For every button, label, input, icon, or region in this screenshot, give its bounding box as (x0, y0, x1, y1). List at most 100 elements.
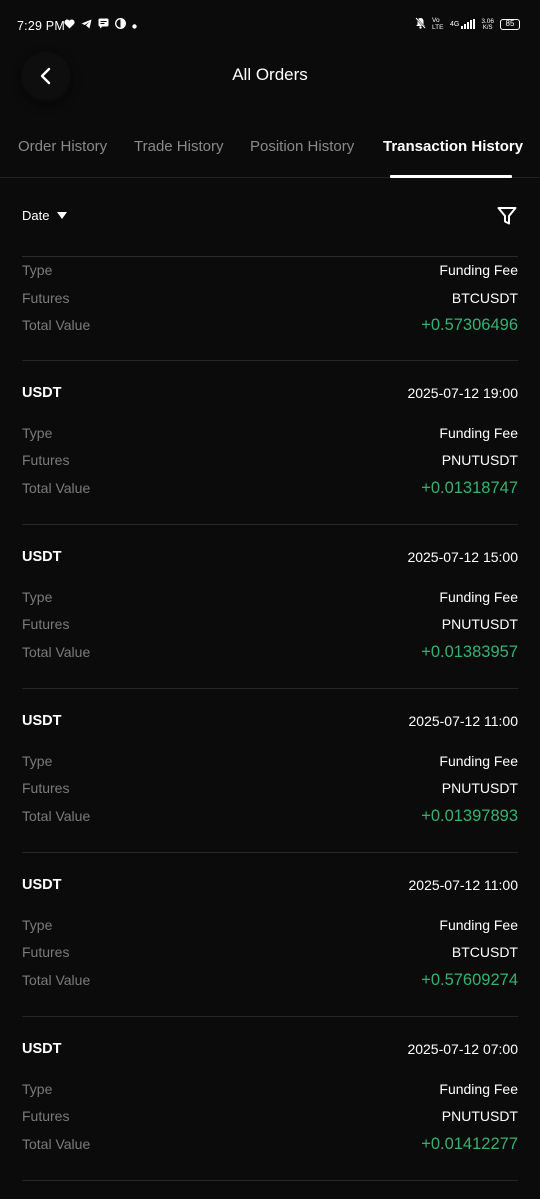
status-bar: 7:29 PM Vo LTE 4G 3.06 K/S 85 (0, 0, 540, 52)
battery-icon: 85 (500, 18, 520, 30)
tab-bar: Order History Trade History Position His… (0, 130, 540, 178)
futures-value: BTCUSDT (451, 944, 518, 960)
futures-value: PNUTUSDT (441, 1108, 518, 1124)
heart-icon (64, 18, 75, 33)
list-item[interactable]: USDT 2025-07-12 19:00 Type Funding Fee F… (22, 361, 518, 525)
status-right-icons: Vo LTE 4G 3.06 K/S 85 (415, 17, 520, 31)
futures-row: Futures PNUTUSDT (22, 452, 518, 474)
futures-row: Futures PNUTUSDT (22, 616, 518, 638)
speed-unit: K/S (482, 24, 493, 31)
futures-label: Futures (22, 616, 70, 632)
type-value: Funding Fee (439, 753, 518, 769)
total-value-amount: +0.01383957 (421, 643, 518, 661)
record-header: USDT 2025-07-12 19:00 (22, 385, 518, 405)
type-label: Type (22, 425, 53, 441)
notification-icons (64, 18, 137, 33)
futures-value: PNUTUSDT (441, 616, 518, 632)
type-label: Type (22, 753, 53, 769)
total-value-label: Total Value (22, 480, 91, 496)
total-value-label: Total Value (22, 972, 91, 988)
futures-label: Futures (22, 780, 70, 796)
tab-position-history[interactable]: Position History (250, 138, 354, 155)
record-header: USDT 2025-07-12 11:00 (22, 713, 518, 733)
futures-label: Futures (22, 290, 70, 306)
header: All Orders (0, 52, 540, 100)
app-icon (115, 18, 126, 33)
type-row: Type Funding Fee (22, 262, 518, 284)
record-header: USDT 2025-07-12 15:00 (22, 549, 518, 569)
tab-order-history[interactable]: Order History (18, 138, 107, 155)
type-value: Funding Fee (439, 917, 518, 933)
total-value-label: Total Value (22, 317, 91, 333)
filter-row: Date (0, 198, 540, 238)
coin-label: USDT (22, 1041, 62, 1057)
total-value-row: Total Value +0.01397893 (22, 807, 518, 830)
filter-funnel-icon[interactable] (496, 205, 518, 227)
total-value-row: Total Value +0.01412277 (22, 1135, 518, 1158)
network-speed: 3.06 K/S (481, 18, 494, 31)
network-type-label: 4G (450, 21, 460, 28)
coin-label: USDT (22, 549, 62, 565)
date-filter-label: Date (22, 208, 50, 223)
total-value-row: Total Value +0.01383957 (22, 643, 518, 666)
list-item[interactable]: Type Funding Fee Futures BTCUSDT Total V… (22, 256, 518, 361)
speed-value: 3.06 (481, 17, 494, 25)
record-header: USDT 2025-07-12 07:00 (22, 1041, 518, 1061)
futures-label: Futures (22, 1108, 70, 1124)
status-time: 7:29 PM (17, 19, 65, 33)
caret-down-icon (57, 212, 68, 219)
futures-value: PNUTUSDT (441, 780, 518, 796)
record-time: 2025-07-12 19:00 (407, 385, 518, 401)
record-time: 2025-07-12 11:00 (408, 877, 519, 893)
mute-icon (415, 17, 426, 31)
list-item[interactable]: USDT 2025-07-12 07:00 Type Funding Fee F… (22, 1017, 518, 1181)
type-label: Type (22, 262, 53, 278)
4g-signal-icon: 4G (450, 19, 476, 29)
coin-label: USDT (22, 385, 62, 401)
total-value-row: Total Value +0.57306496 (22, 316, 518, 339)
record-time: 2025-07-12 15:00 (407, 549, 518, 565)
record-time: 2025-07-12 11:00 (408, 713, 519, 729)
type-row: Type Funding Fee (22, 753, 518, 775)
page-title: All Orders (232, 65, 308, 84)
type-value: Funding Fee (439, 262, 518, 278)
total-value-label: Total Value (22, 644, 91, 660)
list-item[interactable]: USDT 2025-07-12 15:00 Type Funding Fee F… (22, 525, 518, 689)
futures-value: PNUTUSDT (441, 452, 518, 468)
total-value-amount: +0.01412277 (421, 1135, 518, 1153)
futures-value: BTCUSDT (451, 290, 518, 306)
type-label: Type (22, 589, 53, 605)
futures-row: Futures PNUTUSDT (22, 1108, 518, 1130)
date-filter-dropdown[interactable]: Date (22, 208, 68, 223)
list-item[interactable]: USDT 2025-07-12 11:00 Type Funding Fee F… (22, 689, 518, 853)
record-time: 2025-07-12 07:00 (407, 1041, 518, 1057)
futures-label: Futures (22, 452, 70, 468)
list-item[interactable]: USDT 2025-07-12 11:00 Type Funding Fee F… (22, 853, 518, 1017)
total-value-label: Total Value (22, 1136, 91, 1152)
message-icon (98, 18, 109, 33)
total-value-amount: +0.57306496 (421, 316, 518, 334)
type-row: Type Funding Fee (22, 917, 518, 939)
type-value: Funding Fee (439, 1081, 518, 1097)
total-value-amount: +0.01318747 (421, 479, 518, 497)
telegram-icon (81, 19, 92, 33)
type-value: Funding Fee (439, 425, 518, 441)
volte-icon: Vo LTE (432, 17, 444, 31)
total-value-amount: +0.01397893 (421, 807, 518, 825)
type-row: Type Funding Fee (22, 589, 518, 611)
coin-label: USDT (22, 713, 62, 729)
total-value-row: Total Value +0.01318747 (22, 479, 518, 502)
futures-row: Futures PNUTUSDT (22, 780, 518, 802)
type-value: Funding Fee (439, 589, 518, 605)
total-value-label: Total Value (22, 808, 91, 824)
total-value-row: Total Value +0.57609274 (22, 971, 518, 994)
futures-label: Futures (22, 944, 70, 960)
type-row: Type Funding Fee (22, 425, 518, 447)
tab-trade-history[interactable]: Trade History (134, 138, 223, 155)
type-label: Type (22, 917, 53, 933)
type-label: Type (22, 1081, 53, 1097)
record-header: USDT 2025-07-12 11:00 (22, 877, 518, 897)
futures-row: Futures BTCUSDT (22, 290, 518, 312)
coin-label: USDT (22, 877, 62, 893)
tab-transaction-history[interactable]: Transaction History (383, 138, 523, 155)
